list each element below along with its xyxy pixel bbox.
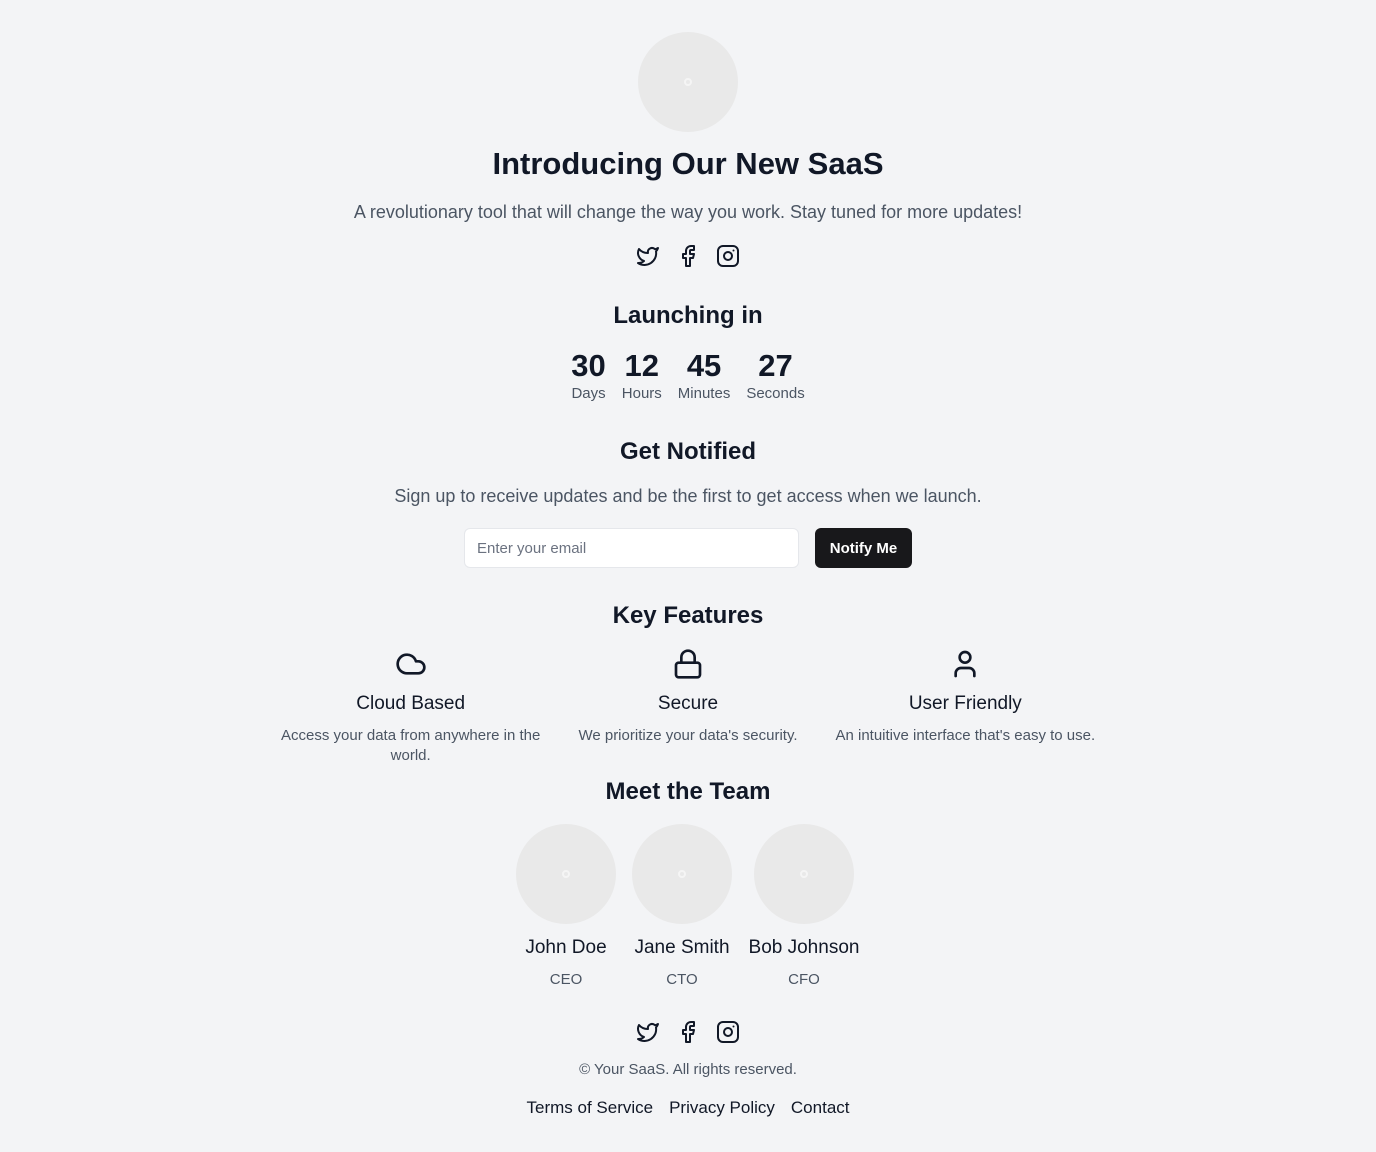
countdown-value: 12	[624, 348, 660, 383]
feature-card-user-friendly: User Friendly An intuitive interface tha…	[827, 648, 1104, 766]
twitter-link[interactable]	[636, 1020, 660, 1044]
features-heading: Key Features	[612, 602, 764, 629]
user-icon	[954, 650, 976, 678]
countdown-heading-wrap: Launching in	[0, 302, 1376, 330]
page-title: Introducing Our New SaaS	[492, 146, 884, 181]
image-placeholder-icon	[678, 870, 686, 878]
countdown-heading: Launching in	[613, 302, 763, 329]
instagram-icon	[717, 245, 739, 267]
notify-button[interactable]: Notify Me	[815, 528, 912, 568]
twitter-icon	[637, 247, 659, 266]
instagram-link[interactable]	[716, 244, 740, 268]
avatar	[632, 824, 732, 924]
team-member-jane-smith: Jane Smith CTO	[622, 824, 742, 990]
feature-description: An intuitive interface that's easy to us…	[835, 727, 1096, 744]
social-links-top	[636, 244, 740, 268]
countdown-hours: 12 Hours	[614, 348, 670, 404]
privacy-link[interactable]: Privacy Policy	[669, 1098, 775, 1118]
contact-link[interactable]: Contact	[791, 1098, 850, 1118]
feature-card-cloud: Cloud Based Access your data from anywhe…	[272, 648, 549, 766]
hero-title-wrap: Introducing Our New SaaS	[0, 146, 1376, 182]
countdown-label: Seconds	[746, 385, 805, 402]
facebook-icon	[682, 245, 695, 267]
countdown-minutes: 45 Minutes	[670, 348, 739, 404]
member-role: CFO	[788, 971, 820, 988]
team-heading-wrap: Meet the Team	[0, 778, 1376, 806]
image-placeholder-icon	[800, 870, 808, 878]
notify-heading-wrap: Get Notified	[0, 438, 1376, 466]
email-field[interactable]	[464, 528, 799, 568]
notify-heading: Get Notified	[620, 438, 756, 465]
features-heading-wrap: Key Features	[0, 602, 1376, 630]
countdown-timer: 30 Days 12 Hours 45 Minutes 27 Seconds	[0, 348, 1376, 404]
features-list: Cloud Based Access your data from anywhe…	[272, 648, 1104, 766]
feature-title: Secure	[657, 693, 719, 714]
facebook-link[interactable]	[676, 244, 700, 268]
feature-title: User Friendly	[908, 693, 1022, 714]
member-role: CEO	[549, 971, 583, 988]
team-member-john-doe: John Doe CEO	[506, 824, 626, 990]
feature-description: We prioritize your data's security.	[578, 727, 798, 744]
countdown-label: Minutes	[677, 385, 731, 402]
feature-title: Cloud Based	[356, 693, 466, 714]
cloud-icon	[396, 653, 426, 675]
feature-card-secure: Secure We prioritize your data's securit…	[549, 648, 826, 766]
twitter-link[interactable]	[636, 244, 660, 268]
member-name: Bob Johnson	[748, 937, 860, 958]
terms-link[interactable]: Terms of Service	[527, 1098, 654, 1118]
countdown-days: 30 Days	[563, 348, 613, 404]
notify-text: Sign up to receive updates and be the fi…	[394, 486, 982, 506]
copyright-text: © Your SaaS. All rights reserved.	[579, 1061, 797, 1078]
avatar	[754, 824, 854, 924]
member-name: Jane Smith	[634, 937, 730, 958]
feature-description: Access your data from anywhere in the wo…	[281, 727, 541, 764]
countdown-value: 45	[686, 348, 722, 383]
image-placeholder-icon	[562, 870, 570, 878]
facebook-icon	[682, 1021, 695, 1043]
twitter-icon	[637, 1023, 659, 1042]
team-heading: Meet the Team	[605, 778, 771, 805]
team-member-bob-johnson: Bob Johnson CFO	[739, 824, 869, 990]
instagram-icon	[717, 1021, 739, 1043]
countdown-value: 30	[571, 348, 606, 383]
member-role: CTO	[666, 971, 698, 988]
image-placeholder-icon	[684, 78, 692, 86]
member-name: John Doe	[525, 937, 607, 958]
countdown-label: Hours	[621, 385, 662, 402]
social-links-footer	[636, 1020, 740, 1044]
lock-icon	[674, 649, 702, 679]
countdown-seconds: 27 Seconds	[738, 348, 812, 404]
countdown-label: Days	[571, 385, 606, 402]
instagram-link[interactable]	[716, 1020, 740, 1044]
logo-placeholder-image	[638, 32, 738, 132]
countdown-value: 27	[758, 348, 793, 383]
facebook-link[interactable]	[676, 1020, 700, 1044]
hero-subtitle: A revolutionary tool that will change th…	[353, 202, 1023, 222]
avatar	[516, 824, 616, 924]
footer-links: Terms of Service Privacy Policy Contact	[0, 1098, 1376, 1118]
